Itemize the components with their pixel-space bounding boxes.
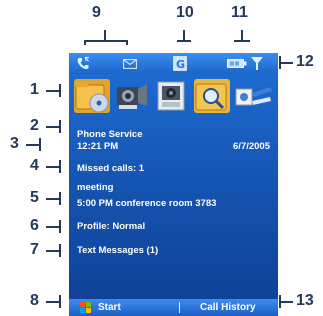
callout-2-line (46, 126, 60, 128)
media-player-icon[interactable] (234, 79, 272, 113)
camera-film-icon[interactable] (114, 79, 150, 113)
photo-icon[interactable] (154, 79, 190, 113)
time[interactable]: 12:21 PM (77, 141, 118, 152)
callout-4-line (46, 166, 60, 168)
callout-9: 9 (92, 4, 101, 21)
softkey-bar: Start Call History (69, 299, 278, 316)
callout-9-bracket (84, 40, 128, 42)
callout-9-tick-right (126, 40, 128, 45)
operator-name[interactable]: Phone Service (77, 129, 142, 140)
callout-4-tick (59, 160, 61, 173)
envelope-icon[interactable] (123, 59, 137, 69)
call-icon[interactable] (76, 56, 90, 71)
callout-7-tick (59, 244, 61, 257)
callout-13: 13 (296, 292, 314, 309)
app-icons-strip (69, 75, 278, 117)
text-messages[interactable]: Text Messages (1) (77, 245, 158, 256)
callout-13-tick (279, 295, 281, 308)
signal-icon[interactable] (250, 56, 264, 71)
callout-2: 2 (30, 117, 39, 134)
callout-12-tick (279, 56, 281, 69)
callout-3: 3 (10, 135, 19, 152)
callout-6-tick (59, 220, 61, 233)
start-softkey[interactable]: Start (98, 299, 121, 316)
callout-6: 6 (30, 217, 39, 234)
phone-screen: G Phone Service 12:21 PM 6/7/2005 Missed… (69, 53, 278, 316)
callout-13-line (279, 301, 293, 303)
callout-3-line (26, 144, 40, 146)
status-bar: G (69, 53, 278, 74)
callout-4: 4 (30, 157, 39, 174)
search-folder-icon[interactable] (194, 79, 230, 113)
callout-9-stem (104, 30, 106, 41)
callout-5-tick (59, 192, 61, 205)
softkey-divider (179, 302, 180, 313)
callout-1: 1 (30, 81, 39, 98)
callout-1-line (46, 90, 60, 92)
profile-status[interactable]: Profile: Normal (77, 221, 145, 232)
callout-1-tick (59, 84, 61, 97)
callout-9-tick-left (84, 40, 86, 45)
folder-disc-icon[interactable] (74, 79, 110, 113)
callout-6-line (46, 226, 60, 228)
date[interactable]: 6/7/2005 (233, 141, 270, 152)
g-network-icon[interactable]: G (173, 56, 187, 71)
callout-5-line (46, 198, 60, 200)
callout-11-stem (241, 30, 243, 41)
callout-7: 7 (30, 241, 39, 258)
callout-5: 5 (30, 189, 39, 206)
callout-12-line (279, 62, 293, 64)
callout-7-line (46, 250, 60, 252)
callout-2-tick (59, 120, 61, 133)
missed-calls[interactable]: Missed calls: 1 (77, 163, 144, 174)
callout-8-line (46, 301, 60, 303)
callout-10: 10 (176, 4, 194, 21)
appointment-title[interactable]: meeting (77, 182, 113, 193)
callout-3-tick (39, 138, 41, 151)
battery-icon[interactable] (227, 59, 247, 68)
call-history-softkey[interactable]: Call History (200, 299, 256, 316)
callout-8: 8 (30, 292, 39, 309)
svg-text:G: G (176, 58, 185, 71)
windows-flag-icon (80, 302, 91, 313)
callout-10-stem (183, 30, 185, 41)
callout-8-tick (59, 295, 61, 308)
callout-12: 12 (296, 53, 314, 70)
callout-11: 11 (231, 4, 248, 21)
appointment-detail[interactable]: 5:00 PM conference room 3783 (77, 198, 216, 209)
